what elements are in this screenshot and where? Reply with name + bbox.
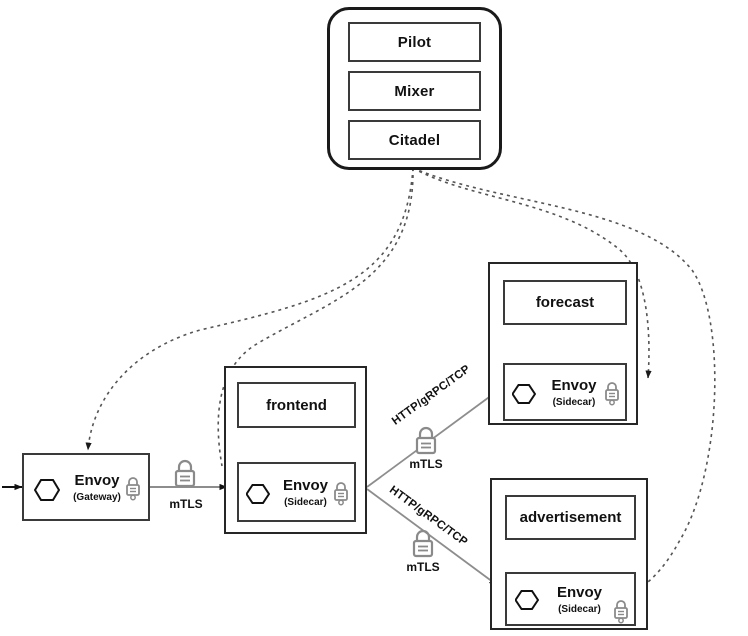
advertisement-service-box[interactable]: advertisement [505, 495, 636, 540]
lock-icon [612, 598, 630, 629]
control-plane-component-citadel[interactable]: Citadel [348, 120, 481, 160]
forecast-service-label: forecast [535, 294, 595, 311]
advertisement-envoy-box[interactable]: Envoy (Sidecar) [505, 572, 636, 626]
lock-icon [603, 380, 621, 411]
advertisement-pod: advertisement Envoy (Sidecar) [490, 478, 648, 630]
advertisement-service-label: advertisement [519, 509, 622, 526]
gateway-envoy-box[interactable]: Envoy (Gateway) [22, 453, 150, 521]
forecast-envoy-box[interactable]: Envoy (Sidecar) [503, 363, 627, 421]
control-plane-component-mixer[interactable]: Mixer [348, 71, 481, 111]
forecast-pod: forecast Envoy (Sidecar) [488, 262, 638, 425]
mtls-label-frontend-forecast: mTLS [409, 457, 443, 471]
lock-icon [170, 457, 200, 496]
control-plane-component-pilot[interactable]: Pilot [348, 22, 481, 62]
forecast-service-box[interactable]: forecast [503, 280, 627, 325]
mtls-label-frontend-advertisement: mTLS [406, 560, 440, 574]
mtls-label-gateway-frontend: mTLS [169, 497, 203, 511]
frontend-service-label: frontend [266, 396, 327, 414]
lock-icon [124, 475, 142, 506]
frontend-service-box[interactable]: frontend [237, 382, 356, 428]
frontend-envoy-box[interactable]: Envoy (Sidecar) [237, 462, 356, 522]
diagram-canvas: Pilot Mixer Citadel Envoy (Gateway) mTLS… [0, 0, 748, 636]
lock-icon [332, 480, 350, 511]
frontend-pod: frontend Envoy (Sidecar) [224, 366, 367, 534]
